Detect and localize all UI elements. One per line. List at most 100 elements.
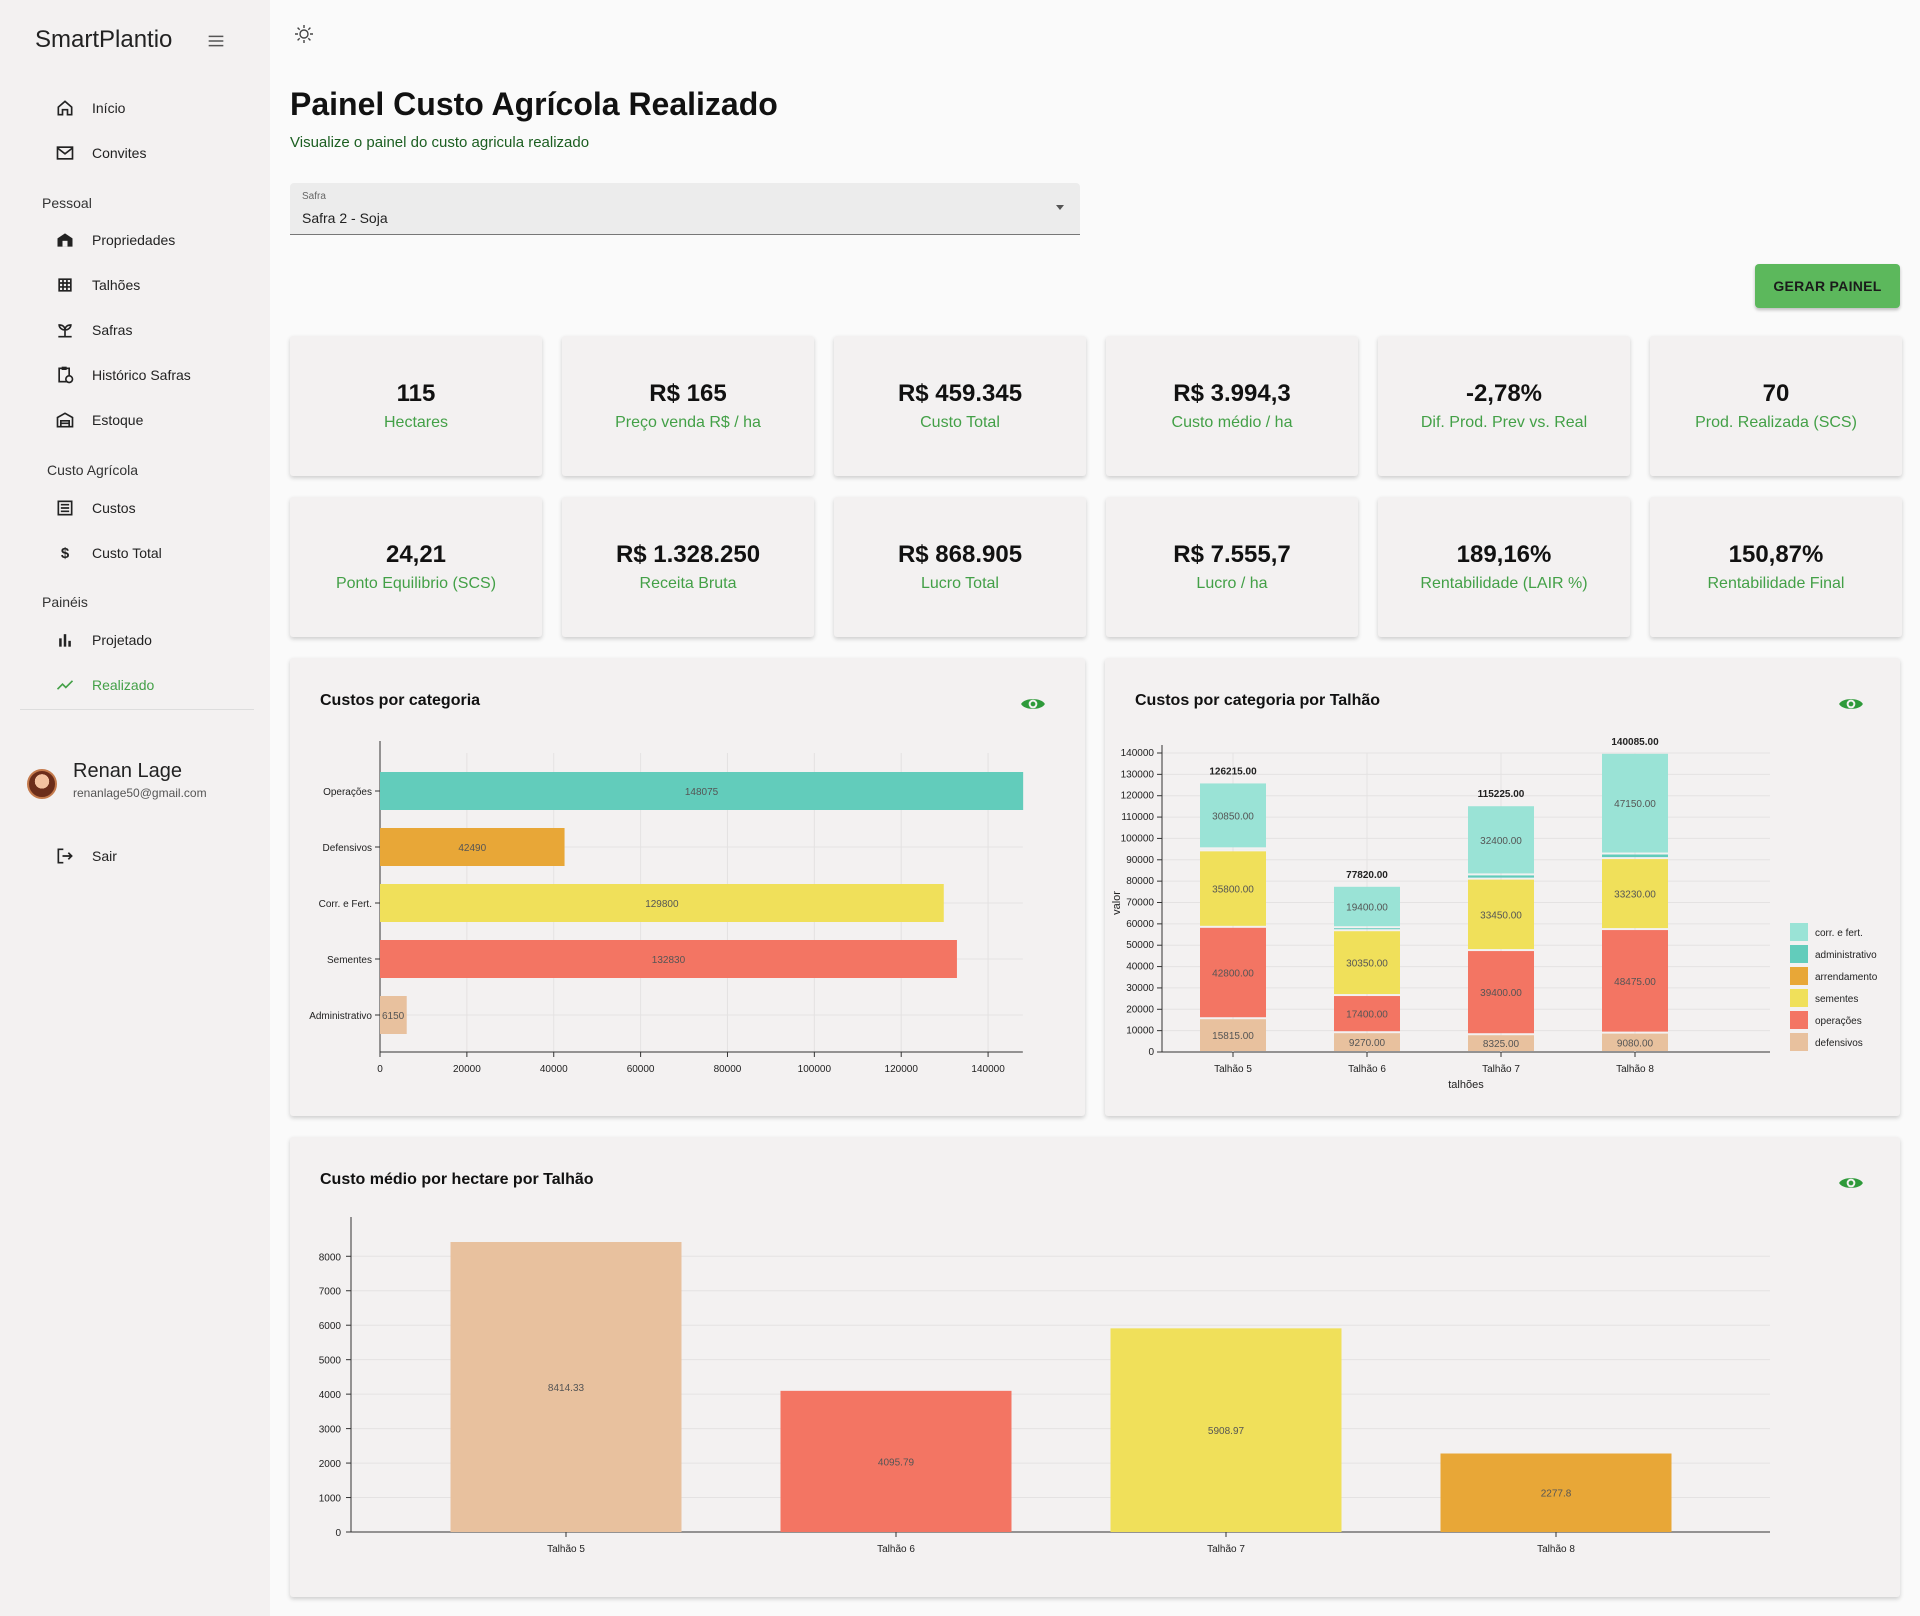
- y-tick-label: 6000: [319, 1321, 342, 1332]
- kpi-label: Hectares: [383, 414, 449, 431]
- sidebar-item-propriedades[interactable]: Propriedades: [40, 220, 250, 260]
- y-tick-label: 130000: [1121, 769, 1155, 780]
- y-tick-label: 120000: [1121, 791, 1155, 802]
- barn-icon: [40, 230, 90, 250]
- sidebar-item-custos[interactable]: Custos: [40, 488, 250, 528]
- x-tick-label: Talhão 7: [1207, 1544, 1245, 1555]
- safra-select-value: Safra 2 - Soja: [302, 210, 388, 226]
- safra-select-label: Safra: [302, 191, 326, 202]
- chevron-down-icon: [1056, 205, 1064, 210]
- sidebar-item-convites[interactable]: Convites: [40, 133, 250, 173]
- generate-panel-button[interactable]: GERAR PAINEL: [1755, 264, 1900, 308]
- y-tick-label: 40000: [1126, 962, 1154, 973]
- data-label: 8414.33: [548, 1383, 585, 1394]
- sidebar-item-estoque[interactable]: Estoque: [40, 400, 250, 440]
- brand-logo: SmartPlantio: [35, 26, 173, 53]
- clipboard-history-icon: [40, 365, 90, 385]
- data-label: 47150.00: [1614, 799, 1656, 810]
- kpi-card: 70 Prod. Realizada (SCS): [1650, 336, 1902, 476]
- y-tick-label: Operações: [323, 787, 372, 798]
- x-tick-label: Talhão 8: [1537, 1544, 1575, 1555]
- data-label: 148075: [685, 787, 719, 798]
- sidebar-item-label: Início: [92, 100, 126, 116]
- sidebar-item-label: Custo Total: [92, 545, 162, 561]
- kpi-label: Dif. Prod. Prev vs. Real: [1420, 414, 1588, 431]
- total-label: 140085.00: [1611, 737, 1659, 748]
- kpi-label: Lucro Total: [921, 575, 999, 592]
- x-tick-label: 120000: [885, 1064, 919, 1075]
- y-tick-label: 8000: [319, 1252, 342, 1263]
- sidebar-item-historico-safras[interactable]: Histórico Safras: [40, 355, 250, 395]
- kpi-card: R$ 1.328.250 Receita Bruta: [562, 497, 814, 637]
- data-label: 6150: [382, 1011, 405, 1022]
- kpi-value: R$ 7.555,7: [1173, 541, 1291, 568]
- sidebar-item-realizado[interactable]: Realizado: [40, 665, 250, 705]
- x-tick-label: Talhão 6: [877, 1544, 915, 1555]
- x-tick-label: 140000: [971, 1064, 1005, 1075]
- theme-toggle-sun-icon[interactable]: [292, 22, 316, 46]
- sprout-icon: [40, 320, 90, 340]
- sidebar-item-inicio[interactable]: Início: [40, 88, 250, 128]
- kpi-value: R$ 868.905: [897, 541, 1023, 568]
- kpi-label: Custo médio / ha: [1171, 414, 1293, 431]
- menu-icon[interactable]: [205, 30, 227, 52]
- chart-card-avg-cost-per-hectare: Custo médio por hectare por Talhão 0 1000…: [290, 1137, 1900, 1597]
- data-label: 42490: [458, 843, 486, 854]
- x-tick-label: 100000: [798, 1064, 832, 1075]
- legend-label: administrativo: [1815, 950, 1877, 961]
- list-icon: [40, 498, 90, 518]
- kpi-label: Custo Total: [920, 414, 1000, 431]
- y-tick-label: 20000: [1126, 1004, 1154, 1015]
- legend-swatch: [1790, 923, 1808, 941]
- data-label: 33230.00: [1614, 890, 1656, 901]
- sidebar-item-projetado[interactable]: Projetado: [40, 620, 250, 660]
- sidebar-item-label: Convites: [92, 145, 147, 161]
- stacked-bar-chart: 0 10000 20000 30000 40000 50000 60000 70000 8000…: [1111, 737, 1878, 1091]
- x-tick-label: 80000: [714, 1064, 742, 1075]
- y-tick-label: 70000: [1126, 898, 1154, 909]
- stack-segment: [1334, 928, 1400, 930]
- sidebar-item-custo-total[interactable]: $ Custo Total: [40, 533, 250, 573]
- y-tick-label: 7000: [319, 1287, 342, 1298]
- kpi-value: 115: [396, 380, 436, 407]
- y-tick-label: 50000: [1126, 940, 1154, 951]
- sidebar-item-label: Custos: [92, 500, 136, 516]
- sidebar-item-safras[interactable]: Safras: [40, 310, 250, 350]
- legend-label: operações: [1815, 1016, 1862, 1027]
- legend-swatch: [1790, 1011, 1808, 1029]
- kpi-label: Rentabilidade (LAIR %): [1420, 575, 1588, 592]
- stack-segment: [1602, 854, 1668, 858]
- user-name: Renan Lage: [73, 760, 182, 782]
- sidebar-item-label: Estoque: [92, 412, 144, 428]
- data-label: 30350.00: [1346, 959, 1388, 970]
- safra-select[interactable]: Safra Safra 2 - Soja: [290, 183, 1080, 235]
- x-tick-label: Talhão 6: [1348, 1064, 1386, 1075]
- logout-button[interactable]: Sair: [40, 836, 250, 876]
- data-label: 35800.00: [1212, 885, 1254, 896]
- data-label: 9080.00: [1617, 1038, 1654, 1049]
- y-tick-label: 80000: [1126, 876, 1154, 887]
- kpi-value: 70: [1762, 380, 1790, 407]
- x-tick-label: 40000: [540, 1064, 568, 1075]
- user-email: renanlage50@gmail.com: [73, 786, 207, 800]
- kpi-card: 189,16% Rentabilidade (LAIR %): [1378, 497, 1630, 637]
- total-label: 115225.00: [1478, 789, 1525, 800]
- legend-label: sementes: [1815, 994, 1858, 1005]
- sidebar-item-talhoes[interactable]: Talhões: [40, 265, 250, 305]
- y-tick-label: 0: [1148, 1047, 1154, 1058]
- y-tick-label: 100000: [1121, 833, 1155, 844]
- bar-chart-icon: [40, 630, 90, 650]
- trending-up-icon: [40, 675, 90, 695]
- avatar: [27, 769, 57, 799]
- data-label: 132830: [652, 955, 686, 966]
- y-tick-label: 110000: [1121, 812, 1154, 823]
- data-label: 30850.00: [1212, 811, 1254, 822]
- kpi-card: R$ 7.555,7 Lucro / ha: [1106, 497, 1358, 637]
- data-label: 2277.8: [1541, 1489, 1572, 1500]
- y-tick-label: Administrativo: [309, 1011, 372, 1022]
- y-tick-label: 0: [335, 1528, 341, 1539]
- x-axis-label: talhões: [1448, 1079, 1484, 1091]
- kpi-card: R$ 3.994,3 Custo médio / ha: [1106, 336, 1358, 476]
- legend-label: defensivos: [1815, 1038, 1863, 1049]
- y-tick-label: 2000: [319, 1459, 342, 1470]
